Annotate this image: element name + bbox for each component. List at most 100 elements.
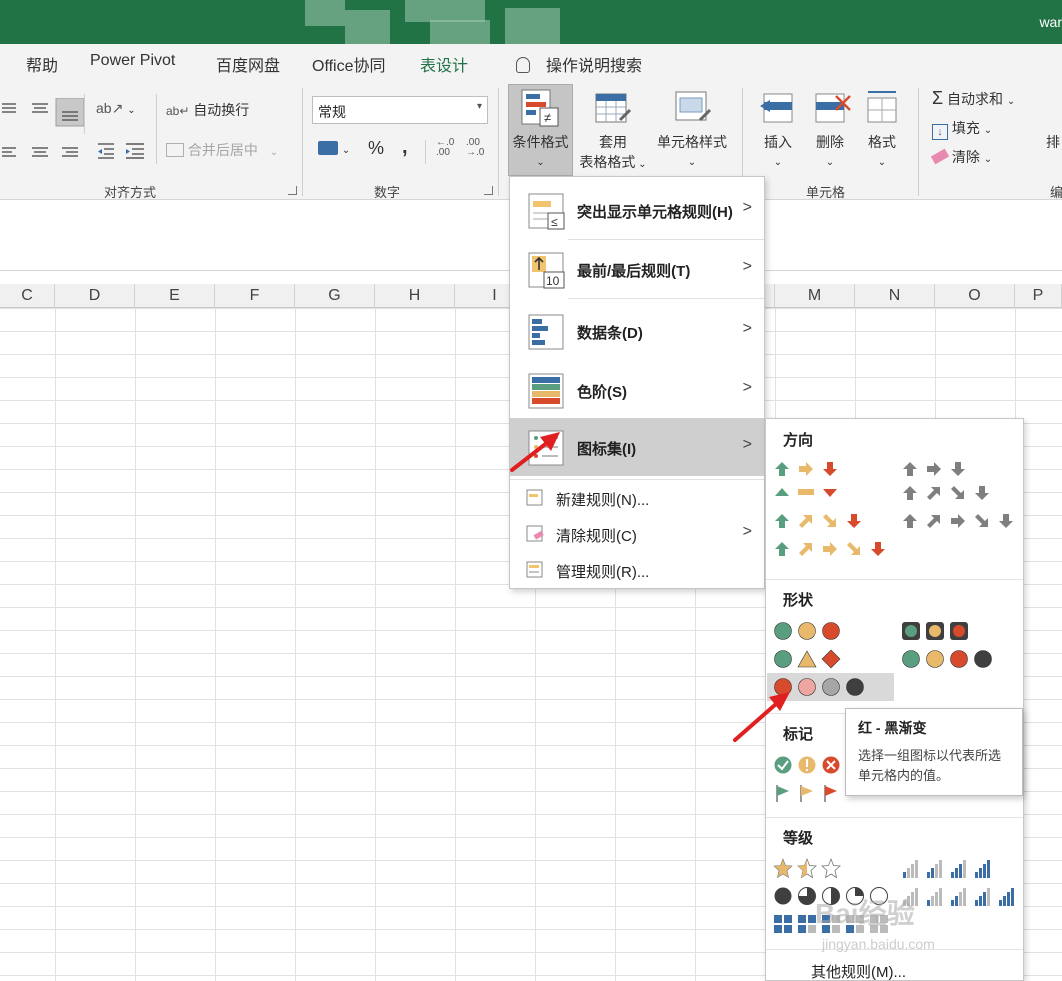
menu-label: 色阶(S) [577, 384, 627, 401]
icon-set-5-ratings[interactable] [901, 885, 1019, 909]
top-bottom-rules-icon: 10 [528, 252, 565, 289]
merge-center-button[interactable]: 合并后居中 ⌄ [166, 140, 278, 160]
icon-set-4-ratings[interactable] [901, 857, 1011, 881]
icon-set-5-arrows-colored[interactable] [775, 542, 885, 556]
fill-button[interactable]: ↓ 填充 ⌄ [932, 118, 992, 140]
menu-item-highlight-rules[interactable]: ≤ 突出显示单元格规则(H) > [510, 181, 764, 239]
icon-set-tooltip: 红 - 黑渐变 选择一组图标以代表所选单元格内的值。 [845, 708, 1023, 796]
chevron-right-icon: > [742, 258, 752, 275]
wrap-text-label: 自动换行 [193, 102, 250, 118]
number-launcher-icon[interactable] [484, 186, 493, 195]
menu-item-manage-rules[interactable]: 管理规则(R)... [510, 553, 764, 587]
menu-label: 图标集(I) [577, 441, 637, 458]
icon-set-3-arrows-colored[interactable] [775, 462, 837, 476]
menu-label: 新建规则(N)... [556, 492, 650, 509]
column-header[interactable]: G [295, 284, 375, 308]
indent-icons[interactable] [96, 140, 152, 160]
format-as-table-icon [595, 93, 632, 123]
menu-item-top-bottom-rules[interactable]: 10 最前/最后规则(T) > [510, 240, 764, 298]
alignment-launcher-icon[interactable] [288, 186, 297, 195]
format-as-table-button[interactable]: 套用 表格格式 ⌄ [574, 132, 652, 172]
number-format-select[interactable]: 常规 ▾ [312, 96, 488, 124]
accounting-format-button[interactable]: ⌄ [318, 140, 350, 156]
format-cells-icon [867, 91, 897, 123]
tab-help[interactable]: 帮助 [26, 52, 58, 76]
icon-set-4-arrows-gray[interactable] [903, 486, 989, 500]
clear-button[interactable]: 清除 ⌄ [930, 147, 992, 167]
tab-table-design[interactable]: 表设计 [420, 52, 468, 76]
blurred-region [505, 8, 560, 44]
number-format-value: 常规 [318, 104, 346, 120]
watermark-url: jingyan.baidu.com [822, 936, 935, 952]
conditional-formatting-label: 条件格式 ⌄ [512, 134, 569, 168]
tab-baidu-netdisk[interactable]: 百度网盘 [216, 52, 280, 76]
increase-decimal-button[interactable]: ←.0.00 [436, 138, 454, 158]
delete-button[interactable]: 删除 ⌄ [804, 132, 856, 168]
insert-cells-icon [760, 93, 793, 123]
chevron-down-icon: ▾ [476, 101, 482, 112]
sort-filter-button[interactable]: 排 [1046, 132, 1060, 152]
watermark-logo: Bai经验 [815, 898, 915, 929]
tell-me-search[interactable]: 操作说明搜索 [516, 52, 642, 76]
divider [425, 140, 426, 164]
merge-center-label: 合并后居中 [187, 142, 258, 158]
chevron-right-icon: > [742, 523, 752, 540]
menu-item-clear-rules[interactable]: 清除规则(C) > [510, 517, 764, 551]
four-traffic-lights-icon [902, 650, 992, 668]
insert-button[interactable]: 插入 ⌄ [752, 132, 804, 168]
percent-button[interactable]: % [368, 138, 384, 159]
format-button[interactable]: 格式 ⌄ [856, 132, 908, 168]
column-header[interactable]: F [215, 284, 295, 308]
cell-styles-button[interactable]: 单元格样式 ⌄ [652, 132, 732, 168]
icon-sets-icon [528, 430, 564, 466]
comma-button[interactable]: , [402, 136, 408, 159]
divider [766, 817, 1023, 818]
new-rule-icon [526, 489, 543, 506]
alignment-icons[interactable] [0, 98, 90, 158]
chevron-down-icon: ⌄ [877, 157, 887, 168]
icon-set-3-arrows-gray[interactable] [903, 462, 965, 476]
tab-office-collab[interactable]: Office协同 [312, 52, 386, 76]
icon-set-3-stars[interactable] [773, 857, 853, 881]
decrease-decimal-button[interactable]: .00 →.0 [466, 138, 484, 158]
menu-item-data-bars[interactable]: 数据条(D) > [510, 302, 764, 360]
column-header[interactable]: D [55, 284, 135, 308]
icon-set-3-signs[interactable] [773, 647, 853, 671]
tell-me-label: 操作说明搜索 [546, 58, 643, 75]
wrap-text-button[interactable]: ab↵ 自动换行 [166, 100, 249, 120]
tab-power-pivot[interactable]: Power Pivot [90, 52, 175, 70]
menu-item-new-rule[interactable]: 新建规则(N)... [510, 481, 764, 515]
symbols-circled-icon [774, 756, 840, 774]
icon-set-5-arrows-gray[interactable] [903, 514, 1013, 528]
icon-set-3-symbols-circled[interactable] [773, 753, 853, 777]
column-header[interactable]: E [135, 284, 215, 308]
column-header[interactable]: O [935, 284, 1015, 308]
column-header[interactable]: H [375, 284, 455, 308]
fill-down-icon: ↓ [932, 124, 948, 140]
menu-label: 突出显示单元格规则(H) [577, 204, 733, 221]
icon-set-3-flags[interactable] [773, 781, 853, 805]
more-rules-link[interactable]: 其他规则(M)... [811, 961, 906, 981]
eraser-icon [930, 148, 950, 165]
icon-set-3-traffic-lights-rimmed[interactable] [901, 619, 981, 643]
icon-set-4-traffic-lights[interactable] [901, 647, 1001, 671]
svg-text:≠: ≠ [544, 110, 551, 125]
icon-set-red-to-black[interactable] [767, 673, 894, 701]
signal-bars-5-icon [903, 888, 1014, 906]
icon-set-3-triangles[interactable] [775, 488, 837, 497]
column-header[interactable]: N [855, 284, 935, 308]
column-header[interactable]: C [0, 284, 55, 308]
color-scales-icon [528, 373, 564, 409]
menu-item-icon-sets[interactable]: 图标集(I) > [510, 418, 764, 476]
svg-text:10: 10 [546, 274, 560, 288]
chevron-down-icon: ⌄ [341, 145, 351, 156]
column-header[interactable]: M [775, 284, 855, 308]
menu-item-color-scales[interactable]: 色阶(S) > [510, 361, 764, 419]
icon-set-3-traffic-lights-unrimmed[interactable] [773, 619, 853, 643]
account-name[interactable]: war [1039, 14, 1062, 30]
icon-set-4-arrows-colored[interactable] [775, 514, 861, 528]
column-header[interactable]: P [1015, 284, 1062, 308]
autosum-button[interactable]: Σ 自动求和 ⌄ [932, 88, 1015, 109]
chevron-down-icon: ⌄ [825, 157, 835, 168]
orientation-button[interactable]: ab↗ ⌄ [96, 100, 136, 117]
